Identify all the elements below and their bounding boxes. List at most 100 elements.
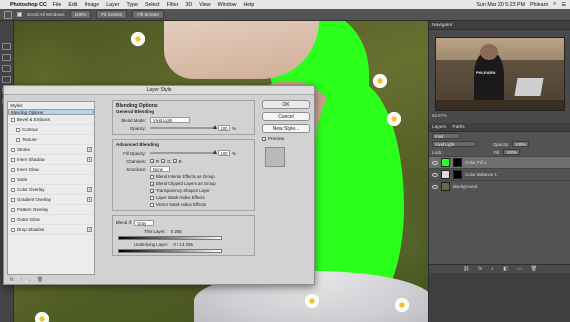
tab-layers[interactable]: Layers — [432, 123, 446, 131]
list-icon[interactable]: ☰ — [561, 2, 566, 8]
layer-row[interactable]: Color Fill 1 — [429, 156, 570, 168]
style-checkbox[interactable] — [11, 217, 15, 222]
menu-image[interactable]: Image — [84, 2, 99, 8]
advanced-option-checkbox[interactable]: ✓ — [150, 188, 154, 193]
knockout-select[interactable]: None — [150, 166, 170, 172]
ok-button[interactable]: OK — [262, 100, 310, 109]
menu-edit[interactable]: Edit — [68, 2, 77, 8]
menu-select[interactable]: Select — [145, 2, 160, 8]
style-checkbox[interactable] — [11, 147, 15, 152]
blend-mode-select[interactable]: Vivid Light — [150, 117, 190, 123]
styles-header[interactable]: Styles — [8, 102, 94, 109]
layer-mask-thumbnail[interactable] — [453, 158, 462, 167]
fill-opacity-slider[interactable] — [150, 150, 217, 154]
menu-view[interactable]: View — [199, 2, 210, 8]
cancel-button[interactable]: Cancel — [262, 112, 310, 121]
style-item[interactable]: Contour — [8, 125, 94, 135]
fit-screen-button[interactable]: Fit Screen — [96, 10, 128, 19]
style-checkbox[interactable] — [11, 207, 15, 212]
layer-thumbnail[interactable] — [441, 170, 450, 179]
style-item[interactable]: Bevel & Emboss — [8, 115, 94, 125]
style-checkbox[interactable] — [11, 117, 15, 122]
opacity-input[interactable]: 100 — [218, 125, 230, 131]
hand-tool-icon[interactable] — [4, 10, 12, 19]
new-layer-icon[interactable]: ▭ — [517, 266, 522, 272]
style-item[interactable]: Texture — [8, 135, 94, 145]
menu-layer[interactable]: Layer — [106, 2, 119, 8]
move-up-icon[interactable]: ↑ — [20, 277, 23, 283]
style-item[interactable]: Inner Shadow + — [8, 155, 94, 165]
quick-select-tool-icon[interactable] — [2, 76, 11, 83]
advanced-option[interactable]: Layer Mask Hides Effects — [116, 194, 251, 201]
visibility-eye-icon[interactable] — [432, 184, 438, 189]
trash-icon[interactable]: 🗑 — [37, 277, 43, 283]
layer-thumbnail[interactable] — [441, 182, 450, 191]
fill-opacity-slider-knob[interactable] — [213, 150, 217, 154]
navigator-zoom[interactable]: 66.67% — [432, 113, 447, 118]
style-checkbox[interactable] — [11, 197, 15, 202]
opacity-slider-knob[interactable] — [213, 125, 217, 129]
style-checkbox[interactable] — [11, 177, 15, 182]
menu-3d[interactable]: 3D — [185, 2, 192, 8]
add-style-icon[interactable]: fx — [478, 266, 482, 272]
advanced-option[interactable]: Blend Interior Effects as Group — [116, 173, 251, 180]
menu-file[interactable]: File — [53, 2, 62, 8]
layer-blend-mode-select[interactable]: Vivid Light — [432, 141, 476, 147]
opacity-slider[interactable] — [150, 125, 217, 129]
advanced-option[interactable]: ✓ Blend Clipped Layers as Group — [116, 180, 251, 187]
adjustment-layer-icon[interactable]: ◐ — [491, 266, 494, 272]
user-name[interactable]: Phlearn — [530, 2, 548, 8]
style-checkbox[interactable] — [11, 167, 15, 172]
add-instance-icon[interactable]: + — [87, 187, 92, 192]
channel-r-checkbox[interactable]: ✓ — [150, 159, 154, 164]
layer-thumbnail[interactable] — [441, 158, 450, 167]
visibility-eye-icon[interactable] — [432, 172, 438, 177]
add-instance-icon[interactable]: + — [87, 147, 92, 152]
menu-window[interactable]: Window — [218, 2, 237, 8]
style-checkbox[interactable] — [16, 127, 20, 132]
style-item[interactable]: Inner Glow — [8, 165, 94, 175]
preview-toggle[interactable]: ✓ Preview — [262, 136, 310, 141]
channel-g-checkbox[interactable]: ✓ — [161, 159, 166, 164]
navigator-preview[interactable]: PHLEARN — [435, 37, 565, 111]
kind-filter-select[interactable]: Kind — [432, 133, 460, 139]
layer-row[interactable]: Background — [429, 180, 570, 192]
style-item[interactable]: Gradient Overlay + — [8, 195, 94, 205]
style-checkbox[interactable] — [11, 227, 15, 232]
channel-b-checkbox[interactable]: ✓ — [172, 159, 177, 164]
style-item[interactable]: Drop Shadow + — [8, 225, 94, 235]
layer-opacity-input[interactable]: 100% — [512, 141, 529, 147]
advanced-option-checkbox[interactable] — [150, 195, 154, 200]
fill-opacity-input[interactable]: 100 — [218, 150, 230, 156]
menu-filter[interactable]: Filter — [167, 2, 179, 8]
new-style-button[interactable]: New Style... — [262, 124, 310, 133]
advanced-option-checkbox[interactable] — [150, 202, 154, 207]
preview-checkbox[interactable]: ✓ — [262, 136, 266, 141]
visibility-eye-icon[interactable] — [432, 160, 438, 165]
tab-navigator[interactable]: Navigator — [432, 21, 453, 29]
fill-screen-button[interactable]: Fill Screen — [132, 10, 164, 19]
lasso-tool-icon[interactable] — [2, 65, 11, 72]
this-layer-gradient-slider[interactable] — [118, 236, 222, 240]
advanced-option[interactable]: ✓ Transparency Shapes Layer — [116, 187, 251, 194]
search-icon[interactable]: ⌕ — [553, 1, 556, 8]
underlying-layer-gradient-slider[interactable] — [118, 249, 222, 253]
style-checkbox[interactable] — [16, 137, 20, 142]
style-item[interactable]: Color Overlay + — [8, 185, 94, 195]
style-checkbox[interactable] — [11, 157, 15, 162]
advanced-option[interactable]: Vector Mask Hides Effects — [116, 201, 251, 208]
add-instance-icon[interactable]: + — [87, 227, 92, 232]
blend-if-select[interactable]: Gray — [134, 219, 155, 226]
link-layers-icon[interactable]: ⛓ — [463, 266, 469, 272]
style-item[interactable]: Stroke + — [8, 145, 94, 155]
scroll-all-checkbox[interactable] — [17, 12, 22, 17]
menu-type[interactable]: Type — [126, 2, 137, 8]
zoom-100-button[interactable]: 100% — [69, 10, 92, 19]
menu-help[interactable]: Help — [243, 2, 254, 8]
move-down-icon[interactable]: ↓ — [28, 277, 31, 283]
style-item[interactable]: Satin — [8, 175, 94, 185]
layer-fill-input[interactable]: 100% — [503, 149, 521, 155]
add-instance-icon[interactable]: + — [87, 197, 92, 202]
advanced-option-checkbox[interactable]: ✓ — [150, 181, 154, 186]
delete-layer-icon[interactable]: 🗑 — [531, 266, 537, 272]
